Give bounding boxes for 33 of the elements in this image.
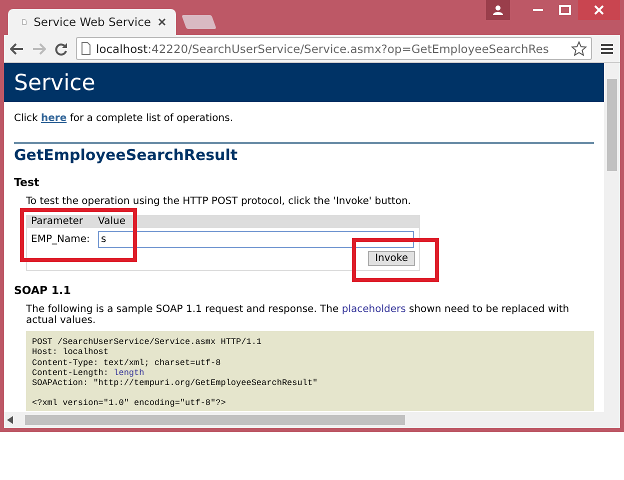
reload-icon[interactable] (54, 42, 68, 56)
horizontal-scrollbar[interactable] (4, 412, 620, 428)
star-icon[interactable] (571, 41, 587, 56)
browser-tab[interactable]: Service Web Service (8, 9, 176, 35)
column-header: Parameter (31, 216, 84, 227)
page-header: Service (4, 63, 604, 102)
section-heading: SOAP 1.1 (14, 284, 72, 297)
code-line: Host: localhost (32, 347, 110, 358)
vertical-scrollbar[interactable] (604, 63, 620, 412)
close-icon[interactable] (578, 0, 620, 20)
intro-text: Click here for a complete list of operations. (14, 113, 234, 124)
code-line: Content-Length: length (32, 368, 146, 378)
scroll-left-icon[interactable] (7, 416, 13, 424)
address-bar[interactable]: localhost:42220/SearchUserService/Service.asmx?op=GetEmployeeSearchRes (76, 37, 592, 60)
test-description: To test the operation using the HTTP POST protocol, click the 'Invoke' button. (26, 196, 412, 207)
code-line: SOAPAction: "http://tempuri.org/GetEmployeeSearchResult" (32, 378, 319, 388)
section-heading: Test (14, 176, 40, 189)
soap-description: The following is a sample SOAP 1.1 request and response. The placeholders shown need to be replaced with actual values. (25, 304, 570, 326)
parameter-input[interactable]: s (98, 231, 414, 248)
column-header: Value (98, 216, 126, 227)
page-icon (81, 42, 91, 55)
code-line: <?xml version="1.0" encoding="utf-8"?> (32, 398, 227, 409)
page-icon (22, 16, 27, 28)
code-line: POST /SearchUserService/Service.asmx HTTP/1.1 (32, 337, 263, 348)
parameter-name: EMP_Name: (31, 234, 90, 245)
invoke-button[interactable]: Invoke (368, 251, 415, 266)
code-line: Content-Type: text/xml; charset=utf-8 (32, 358, 222, 368)
here-link[interactable]: here (41, 113, 67, 124)
back-icon[interactable] (10, 42, 24, 54)
user-icon[interactable] (486, 0, 510, 20)
operation-title: GetEmployeeSearchResult (14, 146, 239, 164)
menu-icon[interactable] (600, 42, 614, 54)
close-tab-icon[interactable] (158, 18, 166, 26)
